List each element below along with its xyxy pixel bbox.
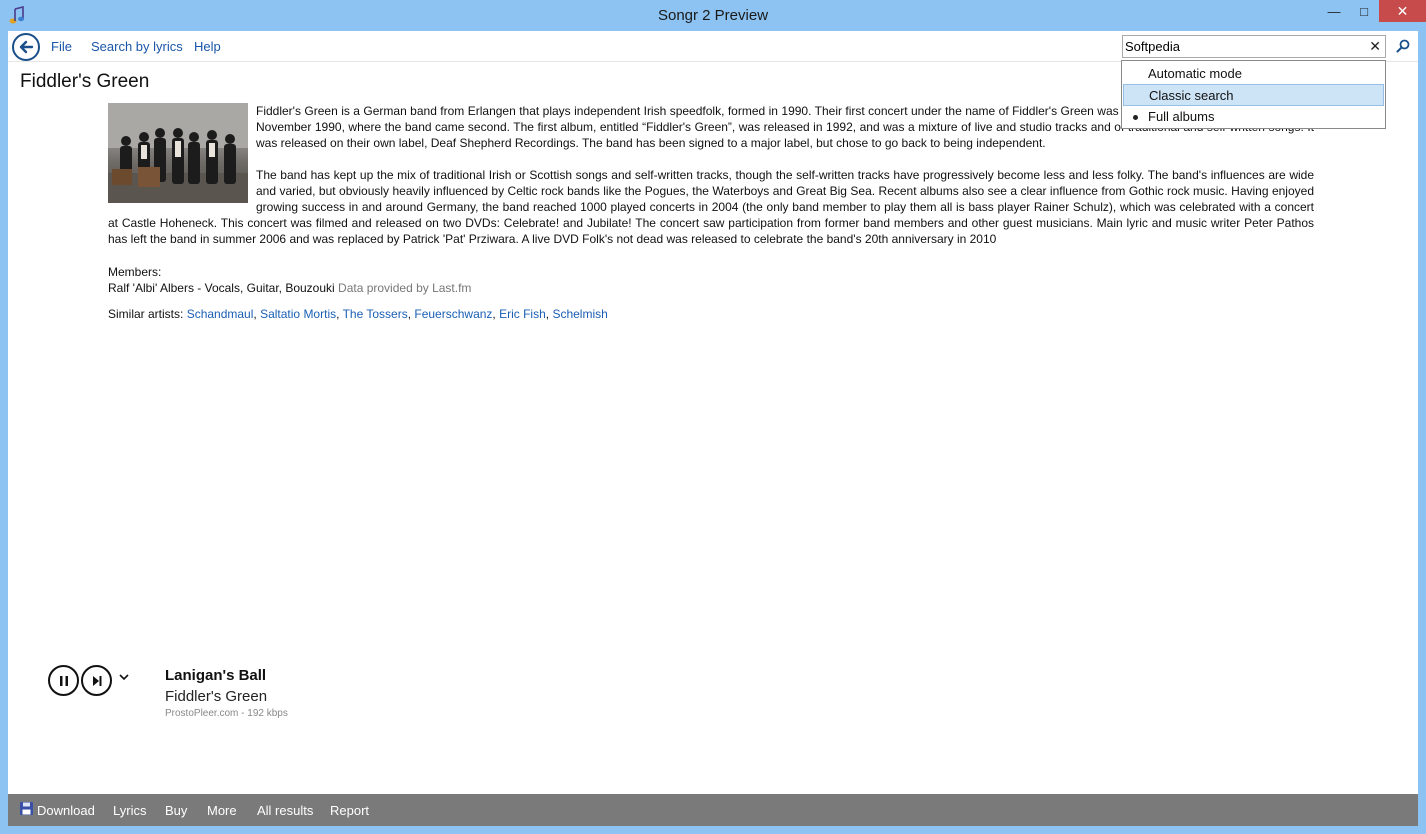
pause-icon	[59, 675, 68, 686]
back-button[interactable]	[12, 33, 40, 61]
chevron-down-icon[interactable]	[118, 671, 130, 683]
similar-artists-label: Similar artists:	[108, 307, 184, 321]
more-button[interactable]: More	[207, 803, 237, 818]
photo-spacer	[108, 103, 256, 203]
search-box: ✕	[1122, 35, 1386, 58]
pause-button[interactable]	[48, 665, 79, 696]
similar-artist-link[interactable]: The Tossers	[343, 307, 408, 321]
floppy-disk-icon	[20, 802, 33, 815]
search-mode-full-albums[interactable]: Full albums	[1123, 106, 1384, 128]
track-source: ProstoPleer.com - 192 kbps	[165, 708, 288, 719]
title-bar: Songr 2 Preview — □ ✕	[0, 0, 1426, 32]
maximize-button[interactable]: □	[1349, 0, 1379, 22]
menu-search-by-lyrics[interactable]: Search by lyrics	[91, 39, 183, 54]
track-title: Lanigan's Ball	[165, 667, 267, 684]
bottom-command-bar: Download Lyrics Buy More All results Rep…	[8, 794, 1418, 826]
members-section: Members: Ralf 'Albi' Albers - Vocals, Gu…	[108, 264, 471, 296]
report-button[interactable]: Report	[330, 803, 369, 818]
search-mode-classic[interactable]: Classic search	[1123, 84, 1384, 106]
member-line: Ralf 'Albi' Albers - Vocals, Guitar, Bou…	[108, 280, 471, 296]
window-title: Songr 2 Preview	[657, 7, 769, 24]
similar-artist-link[interactable]: Schelmish	[552, 307, 607, 321]
all-results-button[interactable]: All results	[257, 803, 313, 818]
lyrics-button[interactable]: Lyrics	[113, 803, 146, 818]
search-input[interactable]	[1125, 37, 1361, 56]
buy-button[interactable]: Buy	[165, 803, 187, 818]
clear-search-icon[interactable]: ✕	[1369, 38, 1381, 55]
search-mode-automatic[interactable]: Automatic mode	[1123, 63, 1384, 85]
next-track-button[interactable]	[81, 665, 112, 696]
arrow-left-icon	[19, 40, 34, 54]
skip-next-icon	[92, 675, 101, 686]
data-provider-note: Data provided by Last.fm	[338, 281, 472, 295]
close-window-button[interactable]: ✕	[1379, 0, 1426, 22]
search-mode-label: Full albums	[1148, 109, 1215, 124]
similar-artist-link[interactable]: Eric Fish	[499, 307, 546, 321]
bio-paragraph: The band has kept up the mix of traditio…	[108, 168, 1314, 246]
artist-name-heading: Fiddler's Green	[20, 71, 150, 92]
members-label: Members:	[108, 265, 162, 279]
menu-help[interactable]: Help	[194, 39, 221, 54]
similar-artists: Similar artists: Schandmaul, Saltatio Mo…	[108, 307, 608, 321]
app-window: File Search by lyrics Help ✕ Automatic m…	[8, 31, 1418, 826]
track-artist: Fiddler's Green	[165, 688, 268, 705]
member-name: Ralf 'Albi' Albers - Vocals, Guitar, Bou…	[108, 281, 335, 295]
window-controls: — □ ✕	[1319, 0, 1426, 26]
radio-bullet-icon	[1133, 115, 1138, 120]
menu-file[interactable]: File	[51, 39, 72, 54]
minimize-button[interactable]: —	[1319, 0, 1349, 22]
similar-artist-link[interactable]: Schandmaul	[187, 307, 254, 321]
download-button[interactable]: Download	[37, 803, 95, 818]
search-mode-label: Classic search	[1149, 88, 1234, 103]
search-mode-dropdown: Automatic mode Classic search Full album…	[1121, 60, 1386, 129]
search-mode-label: Automatic mode	[1148, 66, 1242, 81]
similar-artist-link[interactable]: Feuerschwanz	[414, 307, 492, 321]
menu-bar: File Search by lyrics Help ✕	[8, 31, 1418, 62]
similar-artist-link[interactable]: Saltatio Mortis	[260, 307, 336, 321]
search-icon[interactable]	[1396, 39, 1410, 53]
